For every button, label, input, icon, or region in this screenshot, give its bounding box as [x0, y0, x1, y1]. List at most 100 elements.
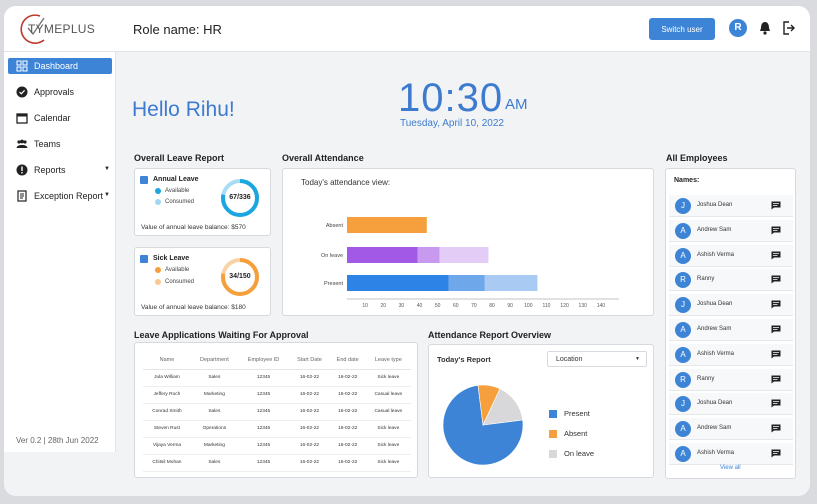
sidebar-item-label: Reports	[34, 165, 66, 175]
annual-leave-icon	[140, 176, 148, 184]
sidebar-item-label: Calendar	[34, 113, 71, 123]
pie-legend-absent: Absent	[549, 429, 587, 438]
table-cell: Casual leave	[365, 386, 411, 404]
x-tick-label: 70	[471, 303, 477, 309]
bar-category-label: Absent	[326, 223, 344, 229]
employee-row[interactable]: A Andrew Sam	[669, 319, 793, 341]
column-header: Leave type	[365, 351, 411, 370]
employee-row[interactable]: A Ashish Verma	[669, 343, 793, 366]
table-cell: Sick leave	[365, 369, 411, 387]
table-cell: 16-02-22	[329, 437, 366, 455]
avatar: A	[675, 247, 691, 264]
table-cell: 12345	[237, 454, 290, 472]
employee-name: Joshua Dean	[697, 400, 733, 407]
avatar: A	[675, 446, 691, 462]
employee-name: Ashish Verma	[697, 350, 735, 357]
pie-legend-present: Present	[549, 409, 590, 418]
calendar-icon	[16, 113, 28, 124]
table-cell: 12345	[237, 386, 290, 404]
employee-row[interactable]: A Ashish Verma	[669, 244, 793, 267]
employee-row[interactable]: R Ranny	[669, 368, 793, 391]
sick-leave-balance: Value of annual leave balance: $180	[141, 304, 246, 311]
location-select-value: Location	[556, 356, 583, 363]
employee-row[interactable]: A Ashish Verma	[669, 443, 793, 465]
employee-name: Joshua Dean	[697, 301, 733, 308]
table-cell: Operations	[190, 420, 238, 438]
location-select[interactable]: Location ▼	[547, 351, 647, 367]
table-cell: 16-02-22	[329, 454, 366, 472]
x-tick-label: 60	[453, 303, 459, 309]
chat-icon[interactable]	[771, 350, 781, 359]
avatar: A	[675, 346, 691, 363]
chat-icon[interactable]	[771, 300, 781, 309]
table-cell: Vijaya Verma	[143, 437, 191, 455]
sidebar-item-reports[interactable]: Reports ▼	[8, 162, 112, 178]
sidebar-item-dashboard[interactable]: Dashboard	[8, 58, 112, 74]
legend-available: Available	[155, 267, 189, 273]
table-row[interactable]: Steven Rust Operations 12345 16-02-22 16-02-…	[143, 420, 411, 438]
x-tick-label: 80	[489, 303, 495, 309]
view-all-link[interactable]: View all	[720, 465, 741, 471]
table-cell: 16-02-22	[289, 420, 330, 438]
sidebar-item-label: Approvals	[34, 87, 75, 97]
employees-card: Names: J Joshua Dean A Andrew Sam A Ashish Ve…	[665, 168, 796, 479]
leave-apps-table: Name Department Employee ID Start Date End d…	[143, 351, 411, 472]
chat-icon[interactable]	[771, 399, 781, 408]
employee-row[interactable]: R Ranny	[669, 269, 793, 292]
sidebar-item-calendar[interactable]: Calendar	[8, 110, 112, 126]
chat-icon[interactable]	[771, 201, 781, 210]
bar-on-leave	[439, 247, 489, 263]
chat-icon[interactable]	[771, 275, 781, 284]
table-cell: 16-02-22	[289, 403, 330, 421]
employee-name: Ashish Verma	[697, 450, 735, 456]
column-header: Employee ID	[237, 351, 290, 370]
table-cell: 16-02-22	[289, 386, 330, 404]
version-text: Ver 0.2 | 28th Jun 2022	[16, 436, 99, 445]
sidebar-item-label: Teams	[34, 139, 61, 149]
chat-icon[interactable]	[771, 251, 781, 260]
switch-user-button[interactable]: Switch user	[649, 18, 715, 40]
bar-present	[347, 275, 449, 291]
user-avatar[interactable]: R	[729, 19, 747, 37]
bell-icon[interactable]	[758, 20, 772, 36]
table-row[interactable]: Conrad Smith Sales 12345 16-02-22 16-02-22 Ca…	[143, 403, 411, 421]
sidebar-item-exception-report[interactable]: Exception Report ▼	[8, 188, 112, 204]
table-row[interactable]: Jeffery Roch Marketing 12345 16-02-22 16-02-…	[143, 386, 411, 404]
sidebar-item-approvals[interactable]: Approvals	[8, 84, 112, 100]
sidebar-item-label: Dashboard	[34, 61, 79, 71]
chat-icon[interactable]	[771, 375, 781, 384]
employee-row[interactable]: A Andrew Sam	[669, 418, 793, 441]
employee-row[interactable]: J Joshua Dean	[669, 294, 793, 317]
table-row[interactable]: Vijaya Verma Marketing 12345 16-02-22 16-02-…	[143, 437, 411, 455]
absent-swatch	[549, 429, 557, 438]
chevron-down-icon: ▼	[635, 356, 640, 362]
chat-icon[interactable]	[771, 226, 781, 235]
employee-row[interactable]: J Joshua Dean	[669, 195, 793, 217]
employee-row[interactable]: A Andrew Sam	[669, 219, 793, 242]
table-cell: 12345	[237, 437, 290, 455]
avatar: A	[675, 322, 691, 338]
logout-icon[interactable]	[782, 20, 796, 36]
table-cell: Marketing	[190, 437, 238, 455]
sick-leave-ratio: 34/150	[229, 273, 251, 280]
employee-name: Ranny	[697, 276, 715, 283]
table-cell: Sick leave	[365, 420, 411, 438]
table-row[interactable]: Chitsil Mohan Sales 12345 16-02-22 16-02-22 S…	[143, 454, 411, 472]
chat-icon[interactable]	[771, 325, 781, 334]
column-header: Department	[190, 351, 238, 370]
employee-name: Joshua Dean	[697, 202, 733, 208]
leave-apps-title: Leave Applications Waiting For Approval	[134, 330, 309, 340]
annual-leave-title: Annual Leave	[153, 176, 199, 183]
table-row[interactable]: Jula William Sales 12345 16-02-22 16-02-22 Si…	[143, 369, 411, 387]
table-cell: Chitsil Mohan	[143, 454, 191, 472]
pie-legend-on-leave: On leave	[549, 449, 594, 458]
table-cell: Sales	[190, 403, 238, 421]
chat-icon[interactable]	[771, 449, 781, 458]
bar-on-leave	[347, 247, 418, 263]
employee-name: Ashish Verma	[697, 251, 735, 258]
employee-row[interactable]: J Joshua Dean	[669, 393, 793, 416]
sidebar-item-teams[interactable]: Teams	[8, 136, 112, 152]
table-cell: Sales	[190, 369, 238, 387]
people-icon	[16, 139, 28, 148]
chat-icon[interactable]	[771, 424, 781, 433]
